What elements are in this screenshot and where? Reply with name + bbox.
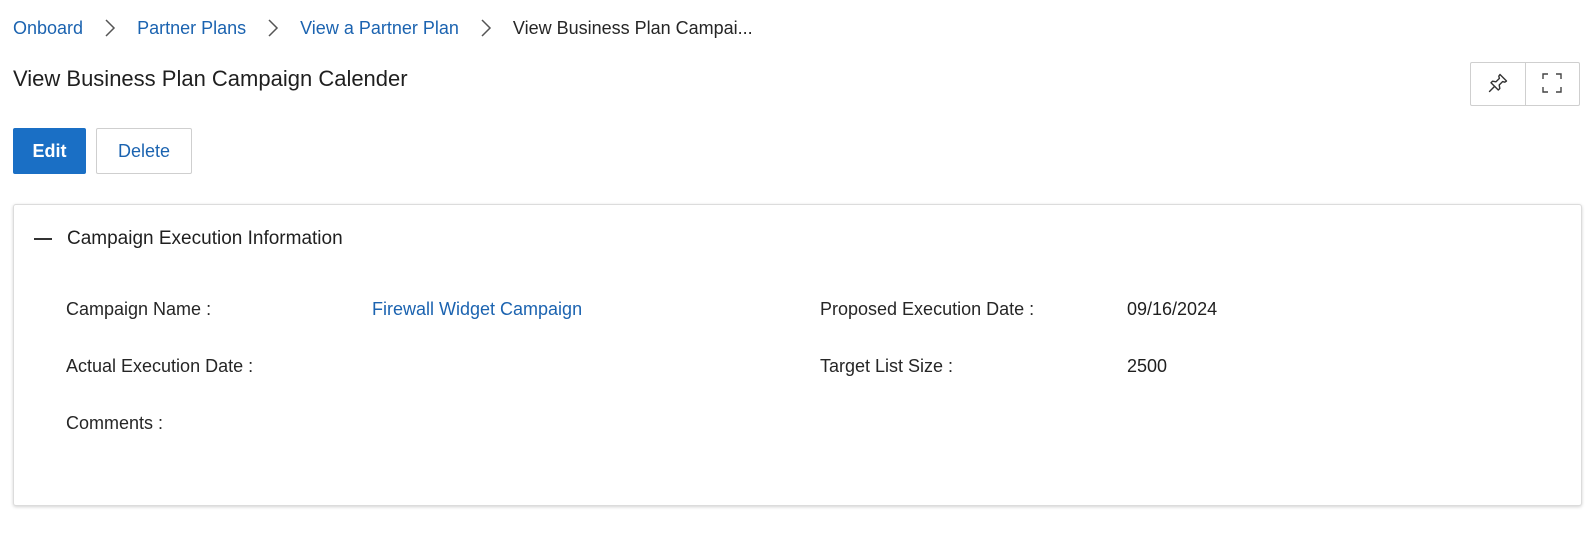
campaign-name-label: Campaign Name : xyxy=(66,299,212,319)
proposed-execution-date-label: Proposed Execution Date : xyxy=(820,299,1035,319)
collapse-icon xyxy=(34,227,52,251)
breadcrumb: Onboard Partner Plans View a Partner Pla… xyxy=(13,16,753,40)
section-header-toggle[interactable]: Campaign Execution Information xyxy=(34,227,343,251)
actual-execution-date-label: Actual Execution Date : xyxy=(66,356,254,376)
target-list-size-value: 2500 xyxy=(1127,356,1168,376)
chevron-right-icon xyxy=(246,16,300,40)
action-bar: Edit Delete xyxy=(13,128,192,174)
campaign-name-link[interactable]: Firewall Widget Campaign xyxy=(372,299,582,320)
breadcrumb-current: View Business Plan Campai... xyxy=(512,17,753,38)
breadcrumb-link-onboard[interactable]: Onboard xyxy=(13,18,83,39)
campaign-execution-panel: Campaign Execution Information Campaign … xyxy=(13,204,1582,506)
pin-icon xyxy=(1487,72,1509,97)
page-title: View Business Plan Campaign Calender xyxy=(13,66,408,91)
proposed-execution-date-value: 09/16/2024 xyxy=(1127,299,1218,319)
fullscreen-icon xyxy=(1541,72,1563,97)
fullscreen-button[interactable] xyxy=(1524,63,1580,105)
breadcrumb-link-view-partner-plan[interactable]: View a Partner Plan xyxy=(300,18,459,39)
edit-button[interactable]: Edit xyxy=(13,128,86,174)
pin-button[interactable] xyxy=(1471,63,1525,105)
delete-button[interactable]: Delete xyxy=(96,128,192,174)
target-list-size-label: Target List Size : xyxy=(820,356,954,376)
page-tools xyxy=(1470,62,1580,106)
comments-label: Comments : xyxy=(66,413,164,433)
chevron-right-icon xyxy=(83,16,137,40)
chevron-right-icon xyxy=(459,16,513,40)
breadcrumb-link-partner-plans[interactable]: Partner Plans xyxy=(137,18,246,39)
section-title: Campaign Execution Information xyxy=(67,228,343,249)
